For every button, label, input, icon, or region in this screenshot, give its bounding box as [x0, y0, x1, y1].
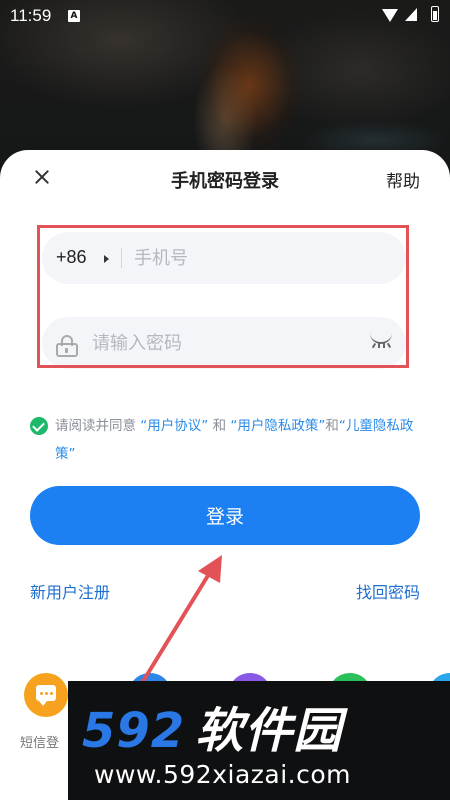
wifi-icon [382, 9, 398, 22]
privacy-policy-link[interactable]: “用户隐私政策” [230, 418, 325, 434]
watermark-url: www.592xiazai.com [94, 760, 351, 789]
field-divider [121, 248, 122, 268]
watermark: 592 软件园 www.592xiazai.com [68, 681, 450, 800]
register-link[interactable]: 新用户注册 [30, 579, 110, 603]
watermark-number: 592 [82, 703, 186, 759]
battery-icon [431, 6, 439, 22]
login-button[interactable]: 登录 [30, 486, 420, 545]
chat-bubble-icon [36, 685, 56, 706]
help-button[interactable]: 帮助 [386, 167, 420, 192]
phone-field: +86 [42, 232, 406, 284]
agreement-and-2: 和 [325, 418, 339, 434]
forgot-password-link[interactable]: 找回密码 [356, 579, 420, 603]
watermark-name: 软件园 [195, 703, 343, 759]
lock-icon [56, 335, 78, 357]
notification-a-icon: A [68, 10, 80, 22]
agreement-prefix: 请阅读并同意 [55, 418, 141, 434]
sms-login-button[interactable] [24, 673, 68, 717]
agreement-text: 请阅读并同意 “用户协议” 和 “用户隐私政策”和“儿童隐私政策” [30, 412, 425, 468]
agreement-and: 和 [208, 418, 231, 434]
password-field [42, 317, 406, 369]
agreement: 请阅读并同意 “用户协议” 和 “用户隐私政策”和“儿童隐私政策” [30, 412, 425, 468]
phone-input[interactable] [134, 232, 394, 284]
page-title: 手机密码登录 [171, 171, 279, 192]
password-input[interactable] [92, 317, 362, 369]
eye-closed-icon[interactable] [370, 338, 392, 350]
sms-login-label: 短信登 [20, 736, 60, 751]
signal-icon [405, 8, 417, 21]
caret-right-icon[interactable] [104, 255, 109, 263]
status-time: 11:59 [10, 6, 52, 25]
country-code[interactable]: +86 [56, 247, 87, 268]
check-icon[interactable] [30, 417, 48, 435]
status-bar: 11:59 A [0, 0, 450, 32]
watermark-brand: 592 软件园 [82, 691, 342, 761]
user-agreement-link[interactable]: “用户协议” [140, 418, 208, 434]
